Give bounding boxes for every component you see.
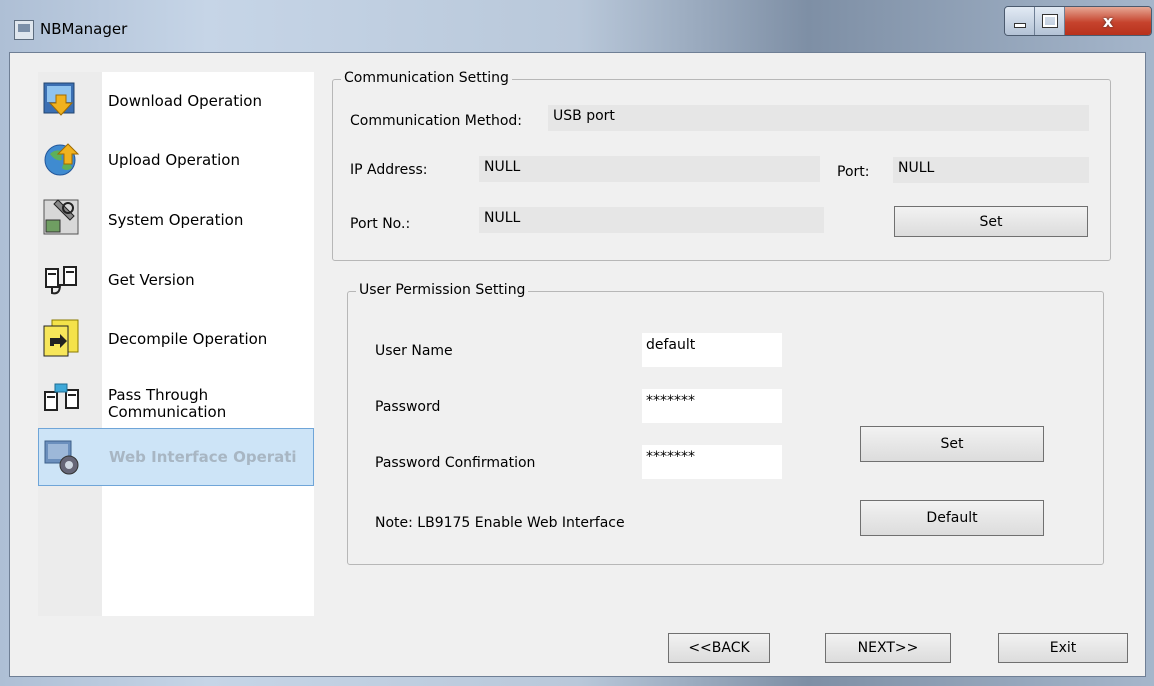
communication-setting-legend: Communication Setting xyxy=(341,70,512,86)
web-interface-note: Note: LB9175 Enable Web Interface xyxy=(375,515,625,531)
back-button[interactable]: <<BACK xyxy=(668,633,770,663)
title-bar[interactable]: NBManager x xyxy=(0,0,1154,52)
password-label: Password xyxy=(375,399,441,415)
minimize-button[interactable] xyxy=(1005,7,1035,35)
app-window: NBManager x Download Operation Upload Op… xyxy=(0,0,1154,686)
exit-button[interactable]: Exit xyxy=(998,633,1128,663)
version-icon xyxy=(45,266,77,295)
download-icon xyxy=(43,82,75,116)
permission-default-button[interactable]: Default xyxy=(860,500,1044,536)
password-confirmation-label: Password Confirmation xyxy=(375,455,536,471)
port-no-field[interactable]: NULL xyxy=(479,207,824,233)
maximize-button[interactable] xyxy=(1035,7,1065,35)
upload-icon xyxy=(44,143,80,176)
sidebar-item-system[interactable]: System Operation xyxy=(38,192,314,250)
sidebar-item-label: Decompile Operation xyxy=(108,330,268,348)
sidebar-item-label: Web Interface Operati xyxy=(109,448,297,466)
sidebar-item-pass-through[interactable]: Pass Through Communication xyxy=(38,372,314,430)
port-label: Port: xyxy=(837,164,870,180)
communication-setting-group: Communication Setting Communication Meth… xyxy=(332,70,1111,261)
sidebar-item-label: Download Operation xyxy=(108,92,262,110)
sidebar-item-label: System Operation xyxy=(108,211,244,229)
user-permission-setting-legend: User Permission Setting xyxy=(356,282,529,298)
sidebar-item-label-line2: Communication xyxy=(108,403,227,421)
window-title: NBManager xyxy=(40,20,128,38)
sidebar-item-decompile[interactable]: Decompile Operation xyxy=(38,312,314,370)
permission-set-button[interactable]: Set xyxy=(860,426,1044,462)
sidebar-item-label: Upload Operation xyxy=(108,151,240,169)
close-button[interactable]: x xyxy=(1065,7,1151,35)
user-permission-setting-group: User Permission Setting User Name defaul… xyxy=(347,282,1104,565)
close-icon: x xyxy=(1102,11,1114,31)
client-area: Download Operation Upload Operation Syst… xyxy=(9,52,1146,677)
communication-method-label: Communication Method: xyxy=(350,113,523,129)
web-interface-icon xyxy=(44,440,79,475)
sidebar-item-get-version[interactable]: Get Version xyxy=(38,252,314,310)
ip-address-field[interactable]: NULL xyxy=(479,156,820,182)
communication-method-field[interactable]: USB port xyxy=(548,105,1089,131)
password-input[interactable]: ******* xyxy=(642,389,782,423)
minimize-icon xyxy=(1013,22,1026,28)
pass-through-icon xyxy=(44,383,79,411)
sidebar-item-upload[interactable]: Upload Operation xyxy=(38,132,314,190)
sidebar-item-label-line1: Pass Through xyxy=(108,386,209,404)
sidebar-item-label: Get Version xyxy=(108,271,195,289)
sidebar-item-download[interactable]: Download Operation xyxy=(38,72,314,130)
maximize-icon xyxy=(1041,14,1058,28)
window-controls: x xyxy=(1004,6,1152,36)
user-name-input[interactable]: default xyxy=(642,333,782,367)
next-button[interactable]: NEXT>> xyxy=(825,633,951,663)
communication-set-button[interactable]: Set xyxy=(894,206,1088,237)
app-icon xyxy=(14,20,34,40)
port-no-label: Port No.: xyxy=(350,216,411,232)
system-icon xyxy=(43,199,79,235)
port-field[interactable]: NULL xyxy=(893,157,1089,183)
user-name-label: User Name xyxy=(375,343,453,359)
password-confirmation-input[interactable]: ******* xyxy=(642,445,782,479)
sidebar-item-web-interface[interactable]: Web Interface Operati xyxy=(38,428,314,486)
ip-address-label: IP Address: xyxy=(350,162,428,178)
decompile-icon xyxy=(43,319,79,357)
operation-sidebar: Download Operation Upload Operation Syst… xyxy=(38,72,314,616)
